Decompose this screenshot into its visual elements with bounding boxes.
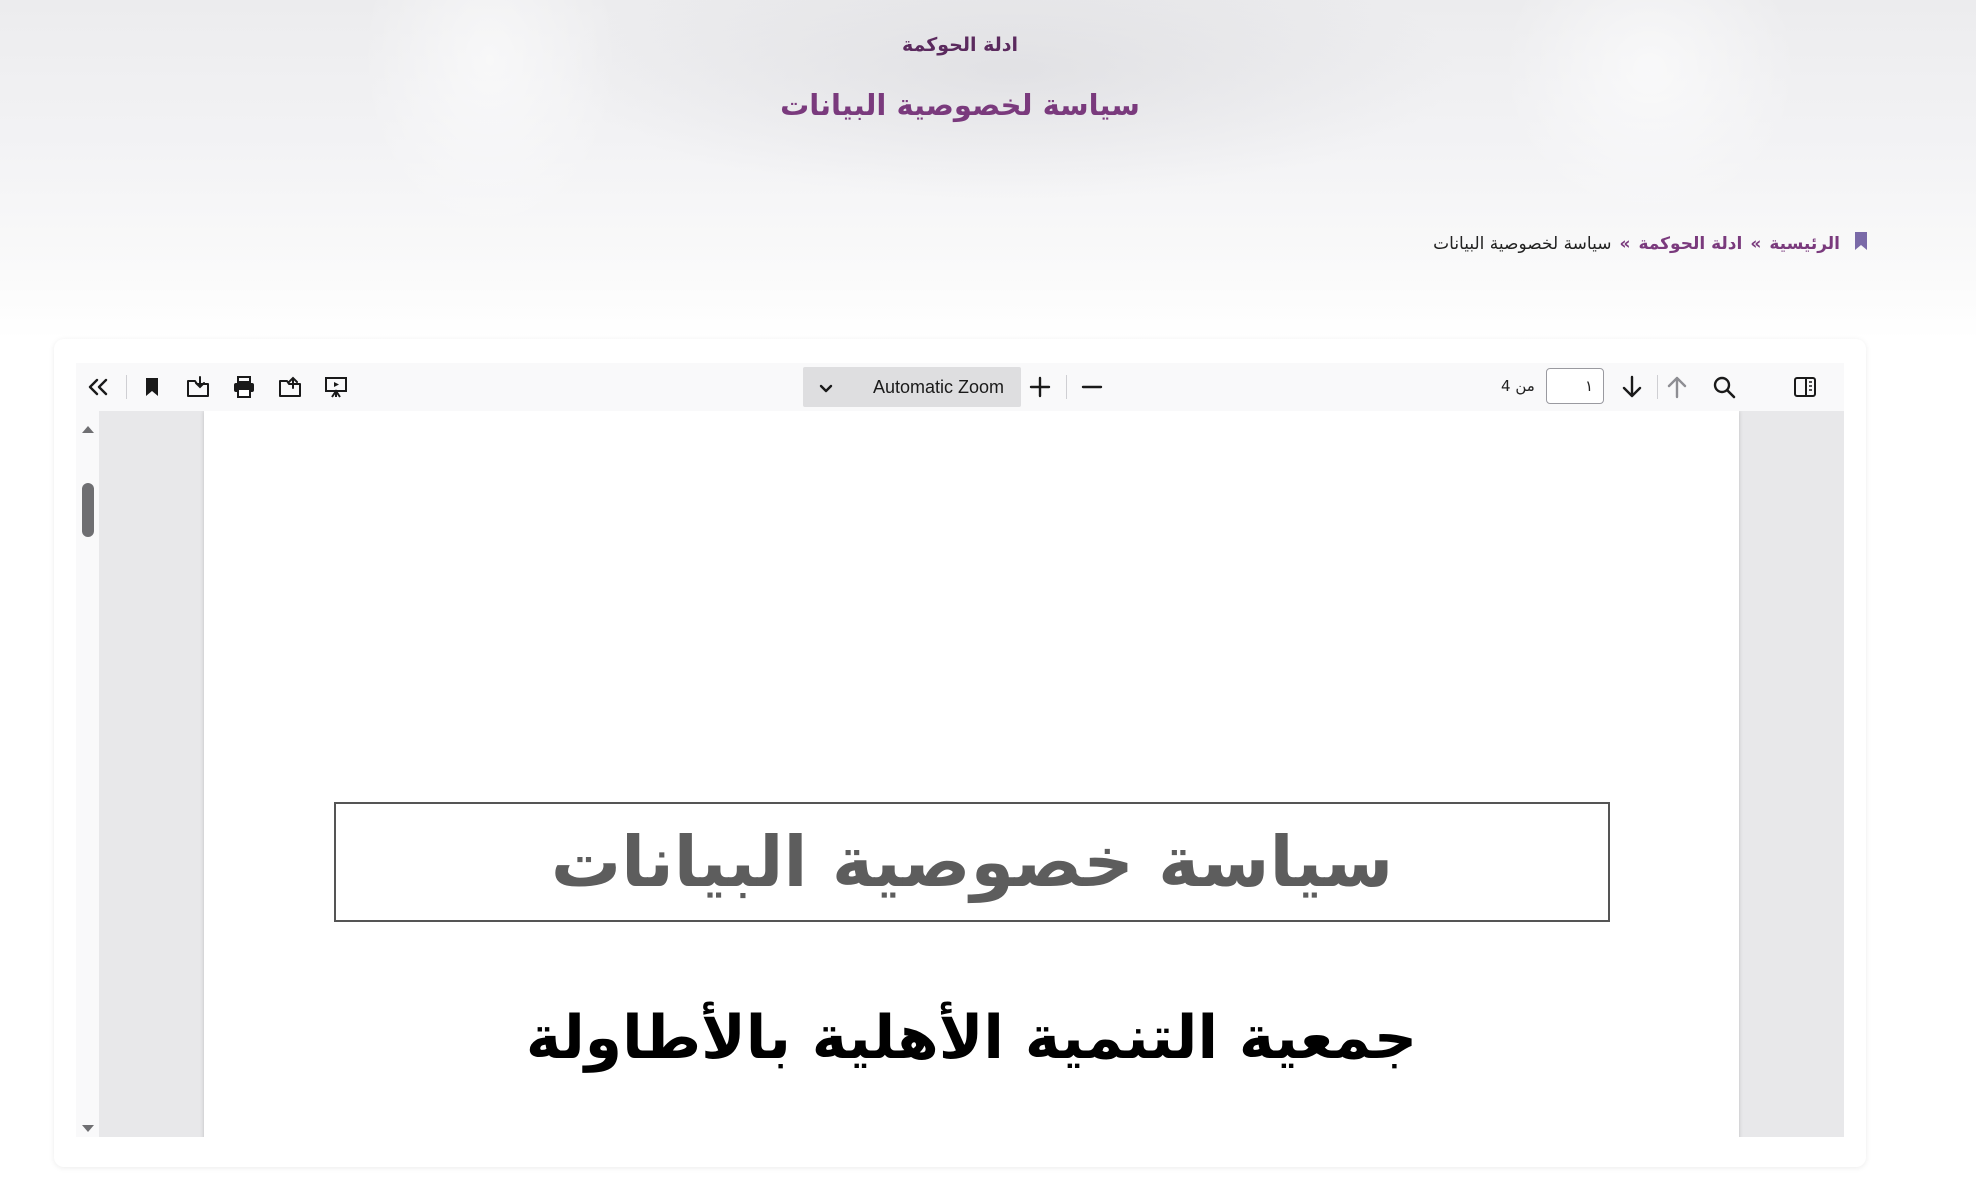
pdf-toolbar: Automatic Zoom من 4 — [76, 363, 1844, 412]
zoom-select-label: Automatic Zoom — [873, 377, 1005, 397]
print-icon[interactable] — [228, 371, 260, 403]
plus-icon[interactable] — [1024, 371, 1056, 403]
open-file-icon[interactable] — [274, 371, 306, 403]
zoom-select[interactable]: Automatic Zoom — [803, 367, 1021, 407]
scroll-up-arrow-icon[interactable] — [81, 419, 95, 438]
minus-icon[interactable] — [1076, 371, 1108, 403]
arrow-down-icon[interactable] — [1616, 371, 1648, 403]
pdf-page: سياسة خصوصية البيانات جمعية التنمية الأه… — [204, 411, 1739, 1137]
pdf-document-area[interactable]: سياسة خصوصية البيانات جمعية التنمية الأه… — [99, 411, 1844, 1137]
toolbar-separator — [126, 375, 127, 399]
pdf-viewer: Automatic Zoom من 4 ١ سياسة خصوصية البيا… — [76, 363, 1844, 1137]
breadcrumb-separator: » — [1750, 233, 1762, 254]
scrollbar-thumb[interactable] — [82, 483, 94, 537]
document-title: سياسة خصوصية البيانات — [334, 802, 1610, 922]
toolbar-separator — [1657, 375, 1658, 399]
bookmark-icon[interactable] — [136, 371, 168, 403]
page-title: سياسة لخصوصية البيانات — [780, 88, 1140, 122]
download-icon[interactable] — [182, 371, 214, 403]
bookmark-icon — [1848, 232, 1868, 255]
page-number-input[interactable] — [1546, 368, 1604, 404]
breadcrumb-section-link[interactable]: ادلة الحوكمة — [1638, 234, 1742, 254]
sidebar-toggle-icon[interactable] — [1789, 371, 1821, 403]
search-icon[interactable] — [1708, 371, 1740, 403]
toolbar-separator — [1066, 375, 1067, 399]
breadcrumb-separator: » — [1619, 233, 1631, 254]
page-header-banner: ادلة الحوكمة سياسة لخصوصية البيانات — [0, 0, 1976, 340]
arrow-up-icon[interactable] — [1661, 371, 1693, 403]
presentation-icon[interactable] — [320, 371, 352, 403]
breadcrumb-current: سياسة لخصوصية البيانات — [1433, 233, 1612, 254]
scroll-down-arrow-icon[interactable] — [81, 1119, 95, 1137]
vertical-scrollbar[interactable] — [76, 411, 99, 1137]
document-organization: جمعية التنمية الأهلية بالأطاولة — [525, 1003, 1418, 1073]
page-count: من 4 — [1501, 377, 1535, 395]
pdf-viewer-card: Automatic Zoom من 4 ١ سياسة خصوصية البيا… — [54, 339, 1866, 1167]
page-category: ادلة الحوكمة — [901, 34, 1019, 56]
chevron-down-icon — [819, 379, 833, 398]
double-chevron-left-icon[interactable] — [82, 371, 114, 403]
breadcrumb: الرئيسية » ادلة الحوكمة » سياسة لخصوصية … — [1433, 232, 1868, 255]
breadcrumb-home-link[interactable]: الرئيسية — [1769, 234, 1840, 254]
